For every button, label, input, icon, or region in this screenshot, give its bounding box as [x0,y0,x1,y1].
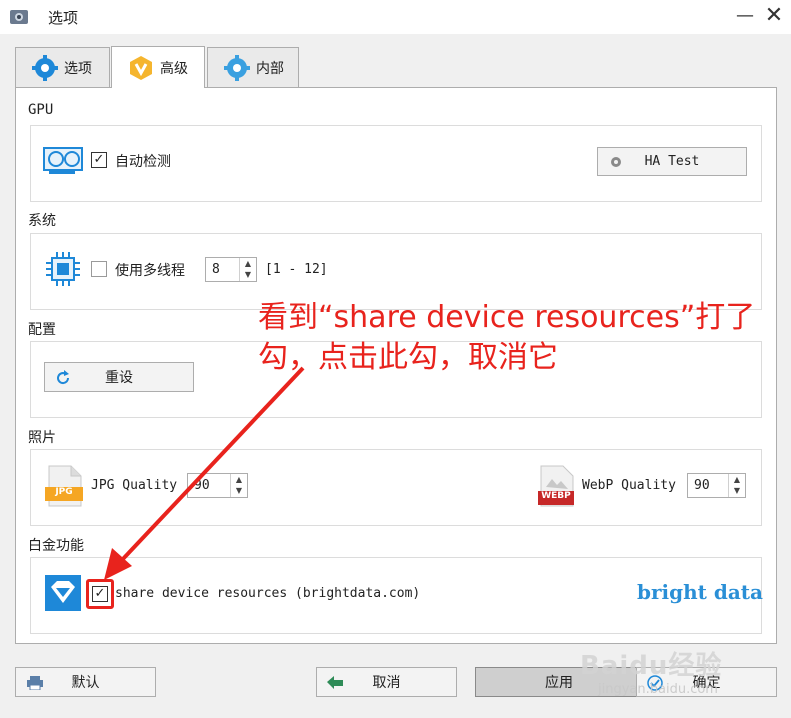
webp-quality-label: WebP Quality [582,478,676,493]
stepper-arrows-icon[interactable]: ▲ ▼ [728,474,745,497]
default-button[interactable]: 默认 [15,667,156,697]
auto-detect-label: 自动检测 [115,154,171,170]
jpg-quality-value: 90 [194,478,210,493]
gear-icon [611,157,621,167]
config-section-label: 配置 [28,322,56,338]
printer-icon [27,676,43,690]
default-label: 默认 [71,675,100,691]
webp-quality-stepper[interactable]: 90 ▲ ▼ [687,473,746,498]
auto-detect-checkbox[interactable]: ✓ [91,152,107,168]
app-icon [8,6,30,28]
jpg-icon-text: JPG [55,487,73,497]
tab-internal-label: 内部 [256,60,284,77]
tab-advanced-label: 高级 [160,60,188,77]
system-section-label: 系统 [28,213,56,229]
tab-options[interactable]: 选项 [15,47,110,87]
stepper-arrows-icon[interactable]: ▲ ▼ [230,474,247,497]
platinum-section-label: 白金功能 [28,538,84,554]
gpu-section-label: GPU [28,102,54,118]
multithread-label: 使用多线程 [115,263,185,279]
stepper-arrows-icon[interactable]: ▲ ▼ [239,258,256,281]
title-bar: 选项 — ✕ [0,0,791,34]
brightdata-logo: bright data [637,580,763,604]
apply-label: 应用 [545,675,573,691]
share-resources-label: share device resources (brightdata.com) [115,586,421,601]
webp-quality-value: 90 [694,478,710,493]
annotation-text: 看到“share device resources”打了勾，点击此勾，取消它 [258,300,756,375]
tab-internal[interactable]: 内部 [207,47,299,87]
threads-value: 8 [212,262,220,277]
cpu-chip-icon [46,252,80,286]
ha-test-label: HA Test [644,154,700,169]
v-logo-icon [45,575,81,611]
threads-stepper[interactable]: 8 ▲ ▼ [205,257,257,282]
gear-icon [224,54,250,81]
close-button[interactable]: ✕ [760,2,788,30]
refresh-icon [57,370,70,385]
jpg-quality-stepper[interactable]: 90 ▲ ▼ [187,473,248,498]
undo-arrow-icon [327,676,343,689]
minimize-button[interactable]: — [733,2,757,30]
cancel-button[interactable]: 取消 [316,667,457,697]
watermark-url: jingyan.baidu.com [598,682,718,697]
tab-options-label: 选项 [64,60,92,77]
gear-icon [32,54,58,81]
webp-icon-text: WEBP [541,491,571,501]
multithread-checkbox[interactable] [91,261,107,277]
jpg-quality-label: JPG Quality [91,478,178,493]
share-resources-checkbox[interactable]: ✓ [92,586,108,602]
cancel-label: 取消 [372,675,401,691]
reset-label: 重设 [105,370,133,386]
tab-advanced[interactable]: 高级 [111,46,205,88]
photo-section-label: 照片 [28,430,56,446]
ha-test-button[interactable]: HA Test [597,147,747,176]
reset-button[interactable]: 重设 [44,362,194,392]
watermark-logo: Baidu经验 [580,651,723,681]
graphics-card-icon [43,147,83,174]
threads-range: [1 - 12] [265,262,328,277]
jpg-file-icon [45,465,83,507]
v-badge-icon [130,55,152,80]
window-title: 选项 [48,9,79,27]
